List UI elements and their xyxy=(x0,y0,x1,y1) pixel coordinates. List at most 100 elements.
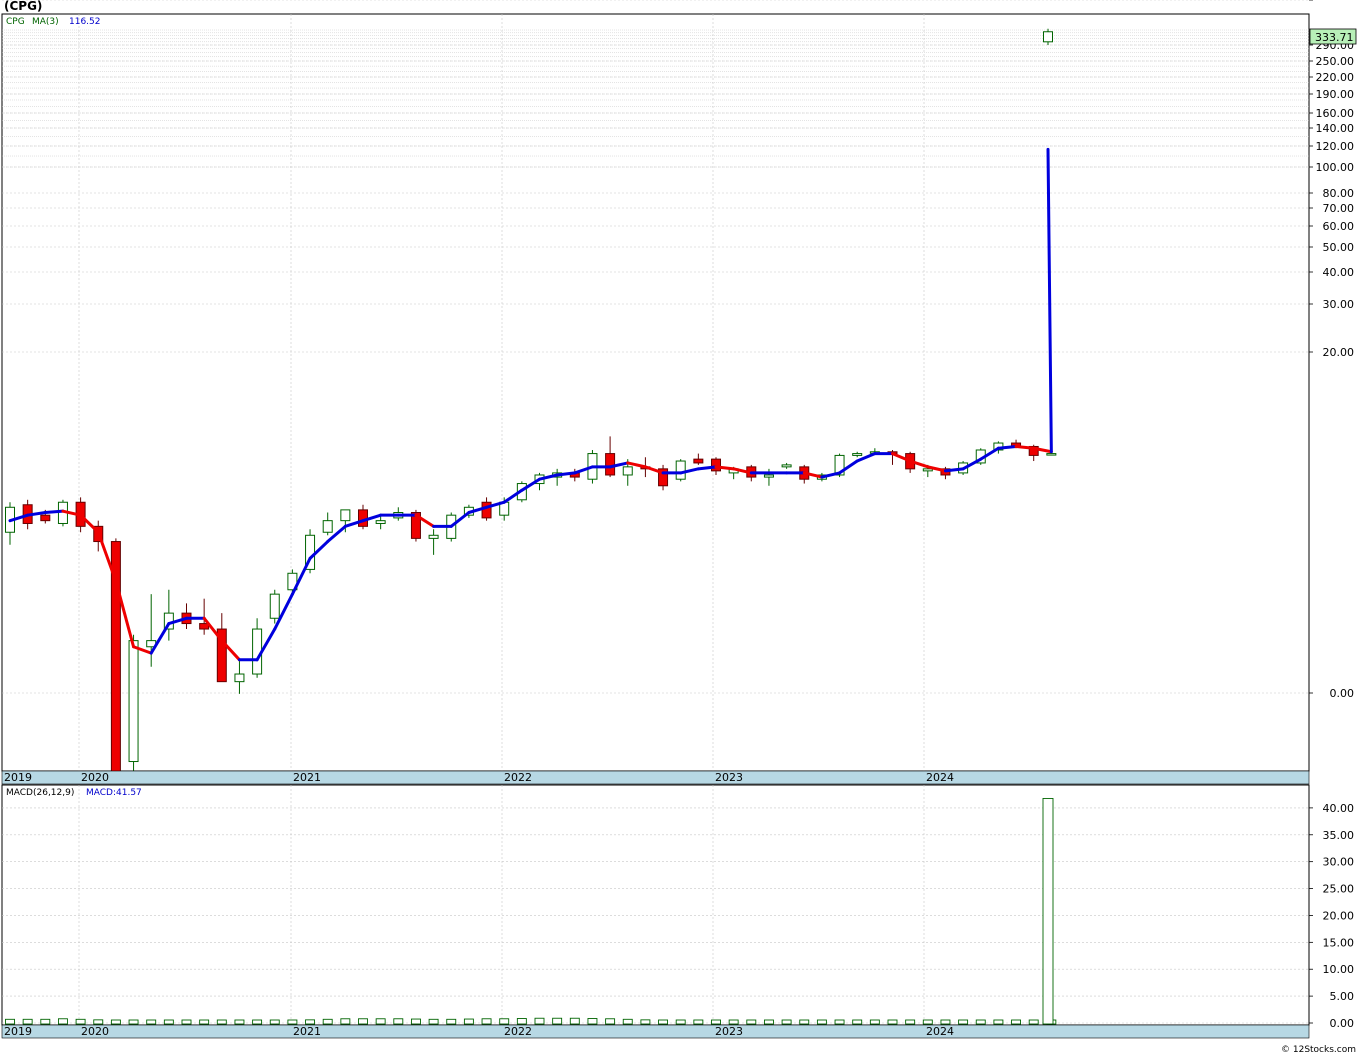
ma-segment xyxy=(943,467,965,473)
macd-bar xyxy=(358,1018,368,1025)
macd-bar xyxy=(287,1019,298,1025)
macd-bar xyxy=(216,1019,227,1025)
macd-y-tick-label: 15.00 xyxy=(1323,936,1355,949)
year-label: 2019 xyxy=(4,771,32,784)
price-y-tick-label: 60.00 xyxy=(1323,220,1355,233)
ma-segment xyxy=(696,465,718,471)
macd-panel: 40.00 35.00 30.00 25.00 20.00 15.00 10.00 5.00 0… xyxy=(1,784,1355,1030)
macd-bar xyxy=(75,1018,86,1025)
macd-bar xyxy=(393,1018,404,1025)
ma-segment xyxy=(43,509,65,515)
macd-bar xyxy=(22,1018,33,1025)
last-price-label: 333.71 xyxy=(1315,31,1354,44)
price-y-tick-label: 220.00 xyxy=(1316,71,1355,84)
price-y-tick-label: 80.00 xyxy=(1323,187,1355,200)
macd-bar xyxy=(693,1019,704,1025)
macd-bar xyxy=(446,1018,457,1025)
macd-bar xyxy=(887,1019,898,1025)
chart-title: (CPG) xyxy=(4,0,42,13)
macd-bar xyxy=(411,1018,421,1025)
candle xyxy=(675,459,686,482)
price-y-tick-label: 140.00 xyxy=(1316,122,1355,135)
macd-bar xyxy=(463,1018,474,1025)
price-y-tick-label: 50.00 xyxy=(1323,241,1355,254)
macd-bar xyxy=(499,1018,510,1025)
macd-bar xyxy=(252,1019,263,1025)
price-y-tick-label: 40.00 xyxy=(1323,266,1355,279)
macd-bar xyxy=(40,1018,51,1025)
macd-bar xyxy=(922,1019,933,1025)
ma-segment xyxy=(996,444,1018,450)
macd-y-tick-label: 30.00 xyxy=(1323,856,1355,869)
macd-y-tick-label: 25.00 xyxy=(1323,883,1355,896)
macd-plot-area xyxy=(1,784,1310,1026)
macd-bar xyxy=(199,1019,210,1025)
macd-bar xyxy=(658,1019,668,1025)
chart-frame: (CPG) 290.00250.00220.00190.00160.00140.… xyxy=(1,0,1357,1055)
year-label: 2019 xyxy=(4,1025,32,1038)
macd-bar xyxy=(269,1019,280,1025)
year-label: 2024 xyxy=(926,771,954,784)
legend-ma-label: MA(3) xyxy=(32,17,59,27)
macd-bar xyxy=(5,1018,15,1025)
macd-bar xyxy=(322,1018,333,1025)
credit-text: © 12Stocks.com xyxy=(1281,1045,1356,1055)
macd-bar xyxy=(1042,797,1054,1025)
macd-bar xyxy=(428,1018,439,1025)
legend-macd-value: MACD:41.57 xyxy=(86,788,142,798)
price-y-tick-label: 0.00 xyxy=(1330,687,1355,700)
year-label: 2021 xyxy=(293,1025,321,1038)
macd-y-tick-label: 40.00 xyxy=(1323,802,1355,815)
ma-segment xyxy=(714,465,736,471)
price-y-tick-label: 30.00 xyxy=(1323,298,1355,311)
macd-bar xyxy=(128,1019,139,1025)
macd-bar xyxy=(587,1018,598,1025)
macd-legend: MACD(26,12,9) MACD:41.57 xyxy=(6,788,142,798)
macd-bar xyxy=(622,1018,633,1025)
year-label: 2022 xyxy=(504,771,532,784)
macd-bar xyxy=(993,1019,1004,1025)
macd-bar xyxy=(905,1019,916,1025)
macd-bar xyxy=(975,1019,986,1025)
macd-bar xyxy=(799,1019,810,1025)
legend-ma-value: 116.52 xyxy=(69,17,101,27)
price-panel: 290.00250.00220.00190.00160.00140.00120.… xyxy=(1,0,1357,776)
price-y-tick-label: 120.00 xyxy=(1316,140,1355,153)
price-y-tick-label: 160.00 xyxy=(1316,107,1355,120)
macd-bar xyxy=(816,1019,827,1025)
year-label: 2022 xyxy=(504,1025,532,1038)
macd-bar xyxy=(869,1019,880,1025)
macd-bar xyxy=(940,1019,951,1025)
macd-bar xyxy=(58,1018,68,1025)
macd-bar xyxy=(746,1019,757,1025)
ma-segment xyxy=(555,471,577,477)
year-label: 2020 xyxy=(81,1025,109,1038)
candle xyxy=(269,589,280,624)
year-label: 2020 xyxy=(81,771,109,784)
macd-bar xyxy=(93,1019,104,1025)
macd-bar xyxy=(1028,1019,1039,1025)
macd-y-tick-label: 10.00 xyxy=(1323,963,1355,976)
price-y-tick-label: 10.00 xyxy=(1323,0,1355,3)
macd-bar xyxy=(640,1019,651,1025)
price-y-tick-label: 20.00 xyxy=(1323,346,1355,359)
macd-bar xyxy=(146,1019,157,1025)
ma-segment xyxy=(1014,444,1036,450)
macd-bar xyxy=(781,1019,792,1025)
macd-bar xyxy=(1011,1019,1021,1025)
macd-y-tick-label: 5.00 xyxy=(1330,990,1355,1003)
macd-bar xyxy=(852,1019,863,1025)
macd-bar xyxy=(375,1018,386,1025)
macd-bar xyxy=(675,1019,686,1025)
macd-bar xyxy=(534,1017,545,1025)
macd-bar xyxy=(958,1019,969,1025)
macd-bar xyxy=(711,1019,721,1025)
macd-bar xyxy=(110,1019,121,1025)
year-label: 2021 xyxy=(293,771,321,784)
price-y-tick-label: 100.00 xyxy=(1316,161,1355,174)
macd-bar xyxy=(163,1019,174,1025)
macd-y-axis: 40.00 35.00 30.00 25.00 20.00 15.00 10.00 5.00 0… xyxy=(1323,802,1355,1030)
legend-symbol: CPG xyxy=(6,17,25,27)
year-label: 2023 xyxy=(715,1025,743,1038)
price-y-tick-label: 190.00 xyxy=(1316,88,1355,101)
